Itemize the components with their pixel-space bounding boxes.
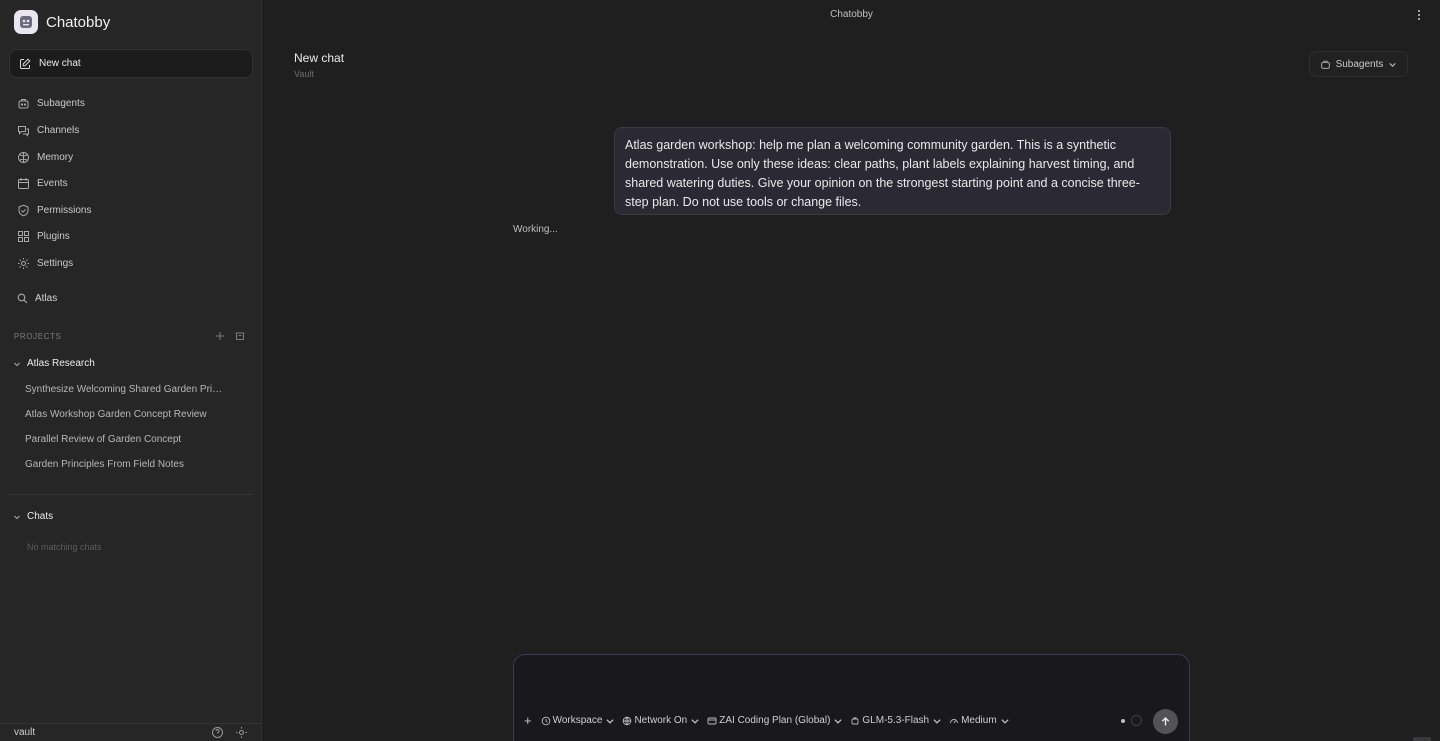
model-label: GLM-5.3-Flash xyxy=(862,715,930,726)
model-icon xyxy=(851,716,859,724)
subagents-icon xyxy=(18,98,29,108)
sidebar-divider xyxy=(8,494,253,495)
globe-icon xyxy=(623,716,632,725)
nav-item-plugins[interactable]: Plugins xyxy=(17,228,70,244)
nav-item-channels[interactable]: Channels xyxy=(17,122,79,138)
message-input[interactable] xyxy=(526,663,1176,703)
chevron-down-icon xyxy=(933,718,941,724)
add-attachment-icon[interactable]: + xyxy=(524,713,532,728)
brand[interactable]: Chatobby xyxy=(14,10,110,34)
chevron-down-icon xyxy=(1389,62,1397,67)
events-icon xyxy=(18,177,29,189)
effort-label: Medium xyxy=(961,715,997,726)
model-selector[interactable]: GLM-5.3-Flash xyxy=(850,715,942,726)
projects-header: PROJECTS xyxy=(14,330,246,342)
nav-label: Memory xyxy=(37,151,74,163)
project-group-atlas-research[interactable]: Atlas Research xyxy=(13,358,95,369)
composer: + Workspace Network On ZAI Coding Plan (… xyxy=(513,654,1190,741)
gauge-icon xyxy=(950,718,959,723)
project-chat-item[interactable]: Atlas Workshop Garden Concept Review xyxy=(25,409,225,420)
plugins-icon xyxy=(18,230,29,242)
status-dot-icon xyxy=(1121,719,1125,723)
nav-item-permissions[interactable]: Permissions xyxy=(17,202,91,218)
nav-item-settings[interactable]: Settings xyxy=(17,255,73,271)
window-title: Chatobby xyxy=(830,9,873,20)
footer-user[interactable]: vault xyxy=(14,727,35,738)
context-ring-icon[interactable] xyxy=(1131,715,1142,726)
workspace-icon xyxy=(541,716,550,725)
channels-icon xyxy=(18,125,29,137)
project-chat-item[interactable]: Garden Principles From Field Notes xyxy=(25,459,225,470)
gear-icon xyxy=(18,257,29,269)
chevron-down-icon xyxy=(834,718,842,724)
nav-item-memory[interactable]: Memory xyxy=(17,149,73,165)
arrow-up-icon xyxy=(1161,717,1170,726)
sidebar: Chatobby New chat Subagents Channels Mem… xyxy=(0,0,262,741)
subagents-dropdown-button[interactable]: Subagents xyxy=(1309,51,1408,77)
project-chat-item[interactable]: Parallel Review of Garden Concept xyxy=(25,434,225,445)
project-chat-item[interactable]: Synthesize Welcoming Shared Garden Princ… xyxy=(25,384,225,395)
chat-subtitle: Vault xyxy=(294,69,314,79)
new-chat-button[interactable]: New chat xyxy=(9,49,253,78)
chevron-down-icon xyxy=(14,362,20,366)
main-panel: Chatobby New chat Vault Subagents Atlas … xyxy=(263,0,1440,741)
brand-logo-icon xyxy=(14,10,38,34)
sidebar-search[interactable]: Atlas xyxy=(17,293,57,304)
plan-selector[interactable]: ZAI Coding Plan (Global) xyxy=(707,715,843,726)
user-message: Atlas garden workshop: help me plan a we… xyxy=(614,127,1171,215)
compose-icon xyxy=(20,57,31,69)
nav-label: Channels xyxy=(37,124,80,136)
subagents-label: Subagents xyxy=(1335,58,1384,70)
chevron-down-icon xyxy=(691,718,699,724)
shield-icon xyxy=(18,204,29,216)
memory-icon xyxy=(18,151,29,163)
nav-label: Permissions xyxy=(37,204,92,216)
network-label: Network On xyxy=(634,715,688,726)
brand-name: Chatobby xyxy=(46,13,111,31)
plan-label: ZAI Coding Plan (Global) xyxy=(719,715,831,726)
chat-title: New chat xyxy=(294,51,345,65)
chevron-down-icon xyxy=(14,515,20,519)
more-options-icon[interactable] xyxy=(1412,8,1426,22)
subagents-icon xyxy=(1320,60,1330,69)
sidebar-footer: vault xyxy=(0,723,262,741)
send-button[interactable] xyxy=(1153,709,1178,734)
chevron-down-icon xyxy=(606,718,615,724)
nav-item-subagents[interactable]: Subagents xyxy=(17,95,85,111)
chats-group[interactable]: Chats xyxy=(13,511,53,522)
project-name: Atlas Research xyxy=(27,358,95,369)
chevron-down-icon xyxy=(1001,718,1009,724)
nav-label: Events xyxy=(37,177,68,189)
search-icon xyxy=(17,293,28,304)
nav-label: Settings xyxy=(37,257,74,269)
workspace-selector[interactable]: Workspace xyxy=(541,715,616,726)
app-window: Chatobby New chat Subagents Channels Mem… xyxy=(0,0,1440,741)
nav-label: Subagents xyxy=(37,97,85,109)
add-project-icon[interactable] xyxy=(214,330,226,342)
workspace-label: Workspace xyxy=(552,715,603,726)
search-input[interactable]: Atlas xyxy=(35,293,57,304)
network-toggle[interactable]: Network On xyxy=(622,715,700,726)
nav-label: Plugins xyxy=(37,230,70,242)
new-chat-label: New chat xyxy=(39,58,81,69)
card-icon xyxy=(707,717,717,724)
nav-item-events[interactable]: Events xyxy=(17,175,68,191)
chats-label: Chats xyxy=(27,511,54,522)
composer-toolbar: + Workspace Network On ZAI Coding Plan (… xyxy=(524,713,1010,728)
window-corner-handle xyxy=(1413,737,1431,741)
projects-label: PROJECTS xyxy=(14,331,62,341)
folder-icon[interactable] xyxy=(234,330,246,342)
help-icon[interactable] xyxy=(211,726,224,739)
effort-selector[interactable]: Medium xyxy=(949,715,1010,726)
chats-empty-note: No matching chats xyxy=(27,542,102,552)
status-working: Working... xyxy=(513,224,558,235)
gear-icon[interactable] xyxy=(235,726,248,739)
